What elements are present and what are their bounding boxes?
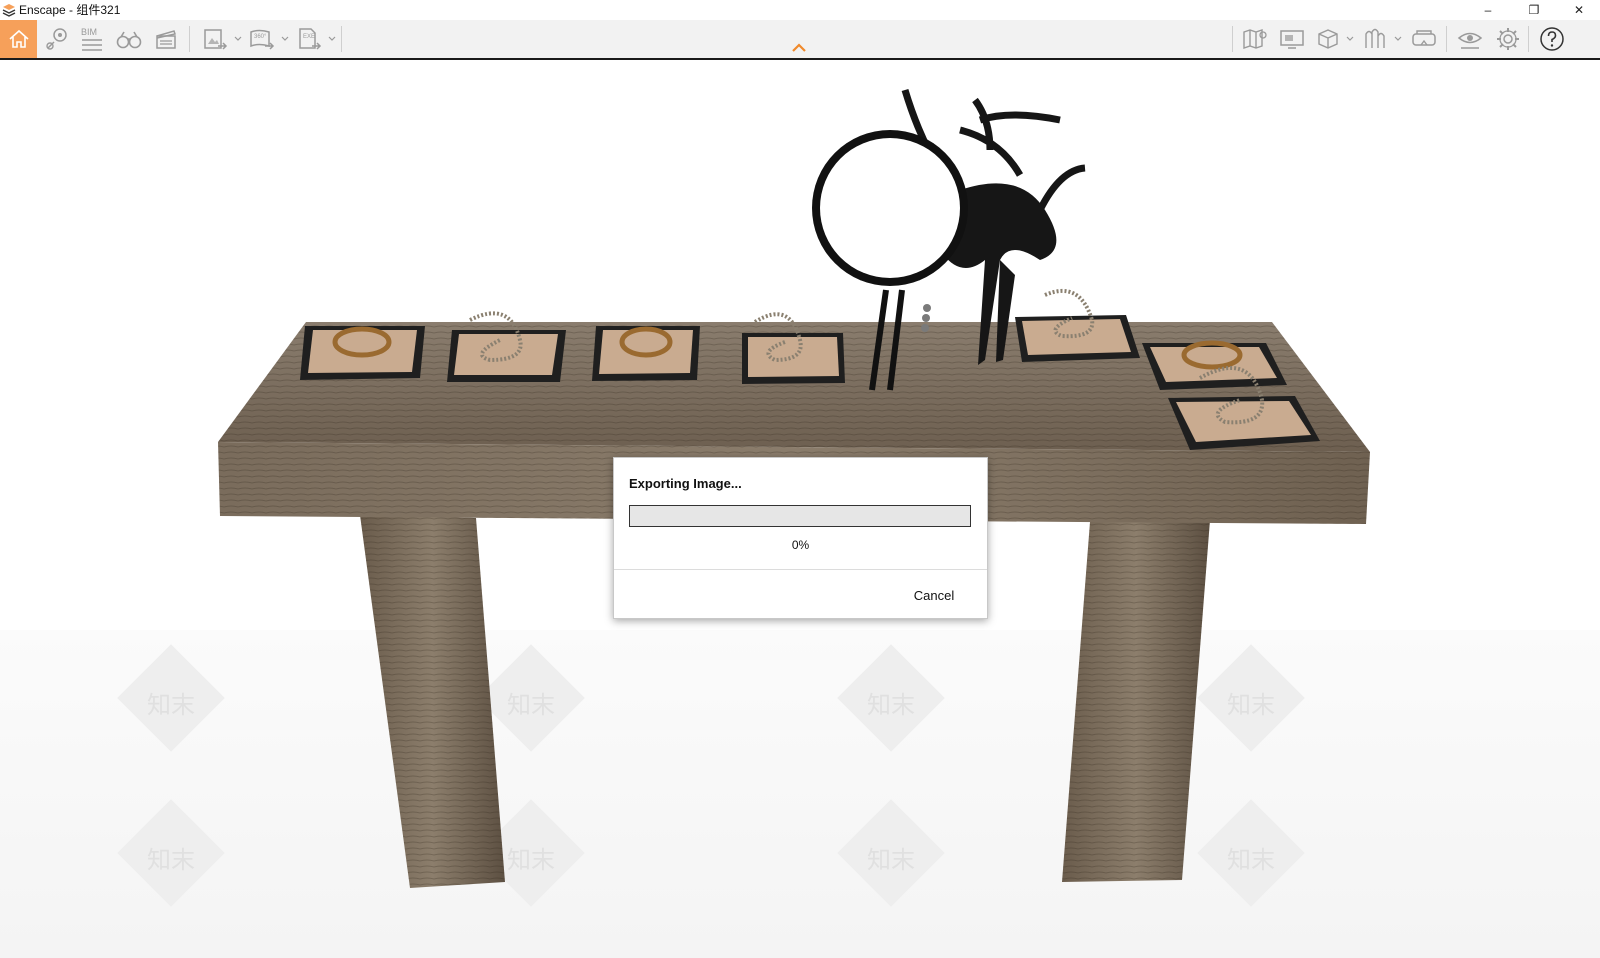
map-button[interactable] bbox=[1240, 20, 1270, 58]
binoculars-button[interactable] bbox=[114, 20, 144, 58]
map-pin-icon bbox=[46, 28, 67, 50]
settings-button[interactable] bbox=[1492, 20, 1524, 58]
help-button[interactable] bbox=[1536, 20, 1568, 58]
visual-settings-icon bbox=[1457, 32, 1483, 49]
enscape-logo-icon bbox=[2, 4, 16, 17]
chevron-down-icon bbox=[234, 36, 242, 41]
export-dialog: Exporting Image... 0% Cancel bbox=[613, 457, 988, 619]
toolbar-separator bbox=[1446, 26, 1447, 52]
cube-button[interactable] bbox=[1313, 20, 1343, 58]
cancel-button[interactable]: Cancel bbox=[904, 584, 964, 606]
bim-label: BIM bbox=[80, 27, 97, 37]
chevron-down-icon bbox=[281, 36, 289, 41]
cube-dropdown[interactable] bbox=[1345, 20, 1355, 58]
chevron-down-icon bbox=[1394, 36, 1402, 41]
toolbar-separator bbox=[341, 26, 342, 52]
panorama-label: 360° bbox=[254, 34, 267, 40]
bim-icon bbox=[82, 39, 102, 51]
export-exe-button[interactable]: EXE bbox=[294, 20, 324, 58]
collapse-toolbar-arrow-icon[interactable] bbox=[791, 42, 807, 54]
jewelry-tray bbox=[592, 326, 700, 381]
bim-button[interactable]: BIM bbox=[78, 20, 106, 58]
window-title: Enscape - 组件321 bbox=[19, 3, 121, 17]
visual-settings-button[interactable] bbox=[1454, 20, 1486, 58]
render-viewport[interactable]: 知末 知末 知末 知末 知末 知末 知末 知末 Exporting Image.… bbox=[0, 60, 1600, 958]
minimize-button[interactable]: – bbox=[1465, 0, 1511, 20]
video-editor-button[interactable] bbox=[152, 20, 180, 58]
screenshot-button[interactable] bbox=[200, 20, 230, 58]
clapperboard-icon bbox=[156, 30, 176, 49]
cube-icon bbox=[1318, 29, 1338, 49]
binoculars-icon bbox=[116, 31, 142, 49]
monitor-button[interactable] bbox=[1277, 20, 1307, 58]
vr-headset-icon bbox=[1412, 30, 1436, 46]
title-bar: Enscape - 组件321 – ❐ ✕ bbox=[0, 0, 1600, 20]
help-icon bbox=[1540, 27, 1564, 51]
toolbar-separator bbox=[1232, 26, 1233, 52]
restore-button[interactable]: ❐ bbox=[1511, 0, 1557, 20]
toolbar-separator bbox=[1528, 26, 1529, 52]
map-icon bbox=[1243, 29, 1267, 49]
settings-gear-icon bbox=[1497, 28, 1519, 50]
asset-library-button[interactable] bbox=[1360, 20, 1390, 58]
asset-library-dropdown[interactable] bbox=[1393, 20, 1403, 58]
home-button[interactable] bbox=[0, 20, 37, 58]
dialog-divider bbox=[614, 569, 987, 570]
jewelry-tray bbox=[300, 326, 425, 380]
monitor-icon bbox=[1280, 30, 1304, 49]
main-toolbar: BIM 360° EXE bbox=[0, 20, 1600, 60]
toolbar-separator bbox=[189, 26, 190, 52]
home-icon bbox=[8, 29, 29, 48]
export-progress-bar bbox=[629, 505, 971, 527]
panorama-dropdown[interactable] bbox=[280, 20, 290, 58]
jewelry-tray bbox=[1015, 289, 1140, 362]
chevron-down-icon bbox=[1346, 36, 1354, 41]
jewelry-tray bbox=[1142, 340, 1287, 390]
panorama-button[interactable]: 360° bbox=[247, 20, 277, 58]
screenshot-dropdown[interactable] bbox=[233, 20, 243, 58]
chevron-down-icon bbox=[328, 36, 336, 41]
export-image-icon bbox=[204, 29, 228, 50]
exe-label: EXE bbox=[303, 34, 316, 40]
close-button[interactable]: ✕ bbox=[1556, 0, 1600, 20]
views-button[interactable] bbox=[42, 20, 72, 58]
asset-library-icon bbox=[1365, 28, 1385, 48]
progress-percent: 0% bbox=[791, 538, 810, 552]
dialog-title: Exporting Image... bbox=[629, 476, 742, 491]
vr-headset-button[interactable] bbox=[1408, 20, 1440, 58]
export-exe-dropdown[interactable] bbox=[327, 20, 337, 58]
